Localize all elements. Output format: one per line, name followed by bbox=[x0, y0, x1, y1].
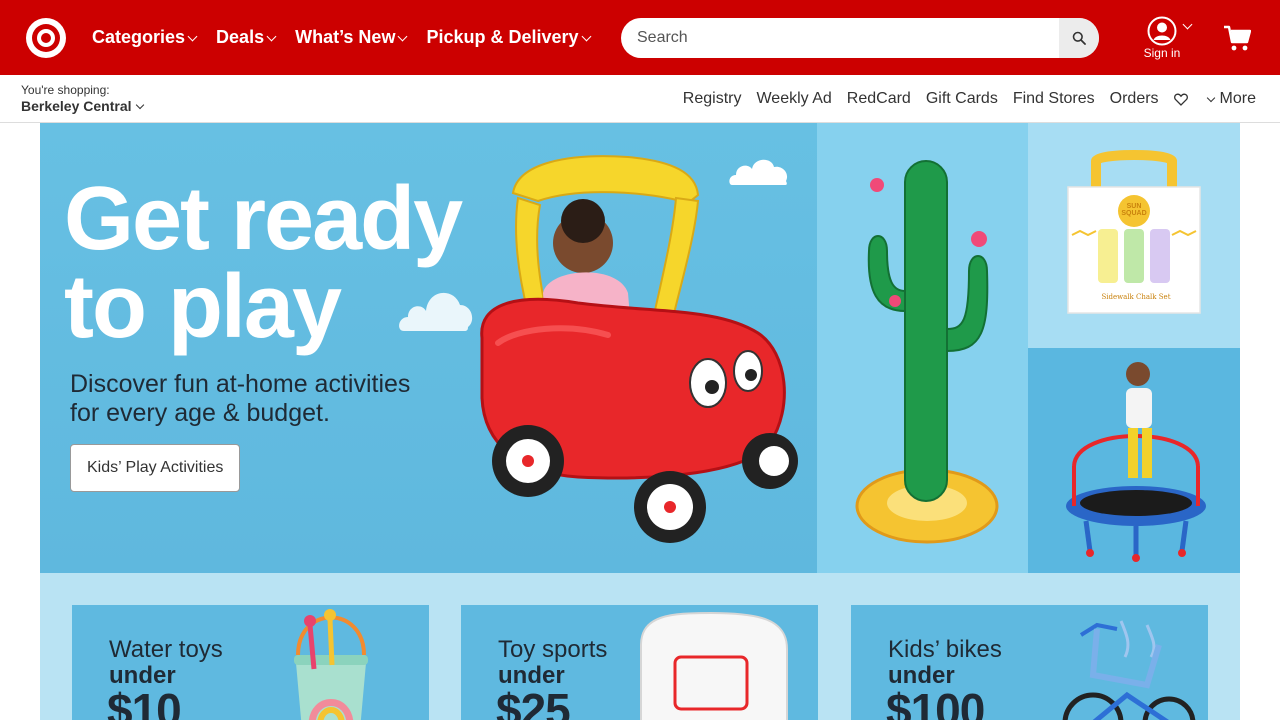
inflatable-cactus-image bbox=[855, 160, 999, 544]
search-button[interactable] bbox=[1059, 18, 1099, 58]
link-orders[interactable]: Orders bbox=[1110, 90, 1159, 108]
chevron-down-icon bbox=[581, 31, 591, 41]
store-name: Berkeley Central bbox=[21, 98, 132, 114]
store-name-button[interactable]: Berkeley Central bbox=[21, 98, 144, 114]
nav-whats-new-label: What’s New bbox=[295, 27, 396, 47]
link-redcard[interactable]: RedCard bbox=[847, 90, 911, 108]
shopping-label: You're shopping: bbox=[21, 83, 110, 97]
hero-subtitle-line-1: Discover fun at-home activities bbox=[70, 370, 411, 398]
more-menu-button[interactable]: More bbox=[1206, 90, 1256, 108]
hero-subtitle: Discover fun at-home activities for ever… bbox=[70, 370, 470, 428]
account-icon bbox=[1147, 16, 1177, 46]
logo-bullseye bbox=[41, 33, 51, 43]
main-nav: Categories Deals What’s New Pickup & Del… bbox=[92, 27, 610, 48]
link-gift-cards[interactable]: Gift Cards bbox=[926, 90, 998, 108]
chalk-box-brand-text: SUN SQUAD bbox=[1121, 203, 1147, 217]
deal-price: $10 bbox=[107, 684, 182, 720]
heart-icon bbox=[1173, 93, 1188, 106]
deal-price: $100 bbox=[886, 684, 985, 720]
kids-trampoline-image bbox=[1066, 362, 1206, 562]
nav-whats-new[interactable]: What’s New bbox=[295, 27, 408, 48]
link-find-stores[interactable]: Find Stores bbox=[1013, 90, 1095, 108]
hero-trampoline-panel[interactable] bbox=[1028, 348, 1240, 573]
hero-cactus-panel[interactable] bbox=[817, 123, 1028, 573]
link-registry[interactable]: Registry bbox=[683, 90, 742, 108]
deal-card-kids-bikes[interactable]: Kids’ bikes under $100 bbox=[851, 605, 1208, 720]
deal-title: Kids’ bikes bbox=[888, 636, 1002, 663]
chevron-down-icon bbox=[1182, 19, 1193, 30]
sign-in-label: Sign in bbox=[1143, 46, 1181, 60]
deal-title: Toy sports bbox=[498, 636, 608, 663]
chevron-down-icon bbox=[135, 100, 144, 109]
sub-header: You're shopping: Berkeley Central Regist… bbox=[0, 75, 1280, 123]
top-header: Categories Deals What’s New Pickup & Del… bbox=[0, 0, 1280, 75]
deal-title: Water toys bbox=[109, 636, 223, 663]
target-logo[interactable] bbox=[26, 18, 66, 58]
nav-pickup-delivery-label: Pickup & Delivery bbox=[426, 27, 579, 47]
nav-deals-label: Deals bbox=[216, 27, 265, 47]
chevron-down-icon bbox=[266, 31, 277, 41]
hero-banner[interactable]: Get ready to play Discover fun at-home a… bbox=[40, 123, 1240, 573]
search-icon bbox=[1072, 31, 1086, 45]
deal-price: $25 bbox=[496, 684, 571, 720]
hero-title: Get ready to play bbox=[64, 169, 463, 357]
hero-chalk-panel[interactable]: SUN SQUAD Sidewalk Chalk Set bbox=[1028, 123, 1240, 348]
nav-deals[interactable]: Deals bbox=[216, 27, 277, 48]
hero-main-panel: Get ready to play Discover fun at-home a… bbox=[40, 123, 817, 573]
nav-pickup-delivery[interactable]: Pickup & Delivery bbox=[426, 27, 591, 48]
favorites-button[interactable] bbox=[1173, 93, 1188, 106]
chevron-down-icon bbox=[398, 31, 408, 41]
more-label: More bbox=[1219, 90, 1256, 107]
deal-card-toy-sports[interactable]: Toy sports under $25 bbox=[461, 605, 818, 720]
kids-bike-image bbox=[1062, 620, 1196, 720]
hero-title-line-1: Get ready bbox=[64, 169, 463, 269]
sand-bucket-image bbox=[294, 609, 368, 720]
ride-on-car-image bbox=[480, 155, 798, 543]
hero-title-line-2: to play bbox=[64, 257, 342, 357]
hero-subtitle-line-2: for every age & budget. bbox=[70, 399, 330, 427]
cart-button[interactable] bbox=[1223, 24, 1252, 57]
search-bar bbox=[621, 18, 1099, 58]
utility-links: Registry Weekly Ad RedCard Gift Cards Fi… bbox=[668, 90, 1256, 108]
chalk-box-product-text: Sidewalk Chalk Set bbox=[1101, 293, 1171, 301]
store-selector: You're shopping: Berkeley Central bbox=[21, 83, 144, 114]
search-input[interactable] bbox=[621, 18, 1059, 58]
deals-row: Water toys under $10 Toy sports under $2… bbox=[40, 573, 1240, 720]
nav-categories[interactable]: Categories bbox=[92, 27, 198, 48]
cart-icon bbox=[1224, 25, 1252, 51]
basketball-hoop-image bbox=[640, 611, 788, 720]
deal-card-water-toys[interactable]: Water toys under $10 bbox=[72, 605, 429, 720]
nav-categories-label: Categories bbox=[92, 27, 186, 47]
chevron-down-icon bbox=[187, 31, 198, 41]
link-weekly-ad[interactable]: Weekly Ad bbox=[756, 90, 831, 108]
chevron-down-icon bbox=[1206, 93, 1215, 102]
sign-in-button[interactable]: Sign in bbox=[1140, 16, 1193, 66]
kids-play-activities-button[interactable]: Kids’ Play Activities bbox=[70, 444, 241, 492]
